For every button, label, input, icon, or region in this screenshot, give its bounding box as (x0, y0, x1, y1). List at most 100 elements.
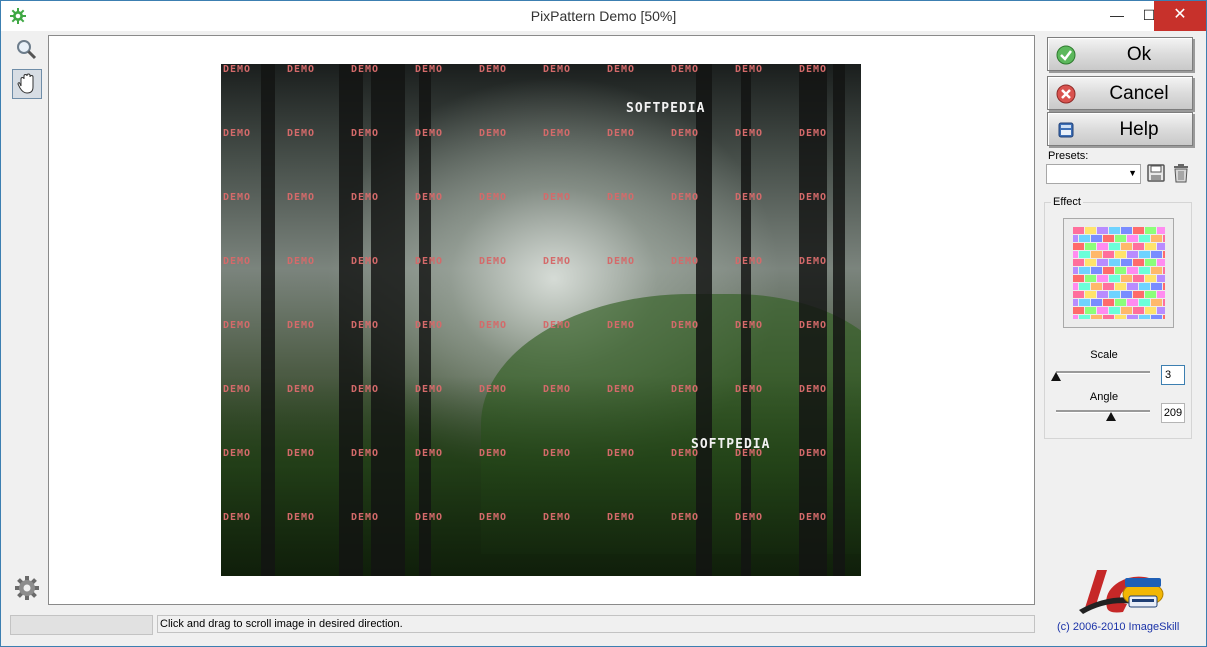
ok-button[interactable]: Ok (1047, 37, 1193, 71)
angle-input[interactable]: 209 (1161, 403, 1185, 423)
image-ground (221, 376, 861, 576)
demo-watermark: DEMO (415, 384, 444, 395)
pattern-cell (1121, 307, 1132, 314)
pattern-cell (1109, 291, 1120, 298)
angle-label: Angle (1089, 391, 1119, 403)
angle-slider[interactable] (1056, 410, 1150, 413)
demo-watermark: DEMO (607, 384, 636, 395)
demo-watermark: DEMO (543, 128, 572, 139)
pattern-cell (1085, 259, 1096, 266)
pattern-cell (1091, 251, 1102, 258)
demo-watermark: DEMO (223, 384, 252, 395)
help-button[interactable]: Help (1047, 112, 1193, 146)
pattern-cell (1103, 235, 1114, 242)
demo-watermark: DEMO (351, 512, 380, 523)
pattern-cell (1079, 251, 1090, 258)
pattern-cell (1091, 267, 1102, 274)
demo-watermark: DEMO (351, 256, 380, 267)
pattern-cell (1151, 251, 1162, 258)
demo-watermark: DEMO (351, 320, 380, 331)
scale-input[interactable]: 3 (1161, 365, 1185, 385)
pattern-cell (1073, 267, 1078, 274)
title-bar: PixPattern Demo [50%] — ☐ ✕ (1, 1, 1206, 31)
pattern-cell (1145, 243, 1156, 250)
cancel-label: Cancel (1109, 83, 1169, 104)
pattern-cell (1079, 315, 1090, 319)
demo-watermark: DEMO (735, 256, 764, 267)
angle-slider-thumb[interactable] (1105, 412, 1116, 421)
demo-watermark: DEMO (799, 448, 828, 459)
progress-bar (10, 615, 153, 635)
demo-watermark: DEMO (479, 256, 508, 267)
pattern-cell (1097, 291, 1108, 298)
demo-watermark: DEMO (415, 512, 444, 523)
demo-watermark: DEMO (735, 512, 764, 523)
demo-watermark: DEMO (479, 384, 508, 395)
pattern-cell (1109, 259, 1120, 266)
pattern-cell (1127, 235, 1138, 242)
pattern-cell (1127, 267, 1138, 274)
demo-watermark: DEMO (735, 384, 764, 395)
demo-watermark: DEMO (671, 384, 700, 395)
gear-icon[interactable] (12, 573, 42, 603)
demo-watermark: DEMO (799, 128, 828, 139)
pattern-cell (1163, 267, 1165, 274)
pattern-cell (1079, 235, 1090, 242)
pattern-cell (1097, 307, 1108, 314)
demo-watermark: DEMO (735, 320, 764, 331)
pattern-cell (1127, 251, 1138, 258)
demo-watermark: DEMO (543, 320, 572, 331)
demo-watermark: DEMO (223, 64, 252, 75)
pattern-cell (1103, 267, 1114, 274)
pattern-cell (1091, 283, 1102, 290)
cancel-button[interactable]: Cancel (1047, 76, 1193, 110)
pattern-cell (1073, 307, 1084, 314)
app-window: PixPattern Demo [50%] — ☐ ✕ SOFTPEDIA SO… (0, 0, 1207, 647)
scale-slider[interactable] (1056, 371, 1150, 374)
pattern-cell (1133, 307, 1144, 314)
demo-watermark: DEMO (735, 448, 764, 459)
copyright-text: (c) 2006-2010 ImageSkill (1057, 621, 1180, 633)
pattern-cell (1091, 299, 1102, 306)
pattern-cell (1091, 315, 1102, 319)
pattern-cell (1085, 243, 1096, 250)
pattern-cell (1073, 251, 1078, 258)
pattern-cell (1163, 251, 1165, 258)
pattern-cell (1073, 259, 1084, 266)
demo-watermark: DEMO (287, 128, 316, 139)
demo-watermark: DEMO (223, 448, 252, 459)
hand-tool-button[interactable] (12, 69, 42, 99)
pattern-cell (1103, 299, 1114, 306)
minimize-button[interactable]: — (1100, 1, 1134, 31)
preview-image[interactable]: SOFTPEDIA SOFTPEDIA DEMO DEMO DEMO DEMO DEMO… (221, 64, 861, 576)
trash-icon[interactable] (1172, 163, 1190, 183)
pattern-cell (1097, 227, 1108, 234)
demo-watermark: DEMO (671, 448, 700, 459)
pattern-cell (1151, 299, 1162, 306)
scale-slider-thumb[interactable] (1051, 372, 1061, 381)
pattern-cell (1157, 307, 1165, 314)
demo-watermark: DEMO (607, 128, 636, 139)
demo-watermark: DEMO (607, 448, 636, 459)
demo-watermark: DEMO (287, 384, 316, 395)
watermark-logo: SOFTPEDIA (626, 101, 706, 116)
zoom-icon[interactable] (12, 35, 42, 65)
pattern-cell (1133, 291, 1144, 298)
pattern-cell (1109, 227, 1120, 234)
demo-watermark: DEMO (479, 128, 508, 139)
cancel-icon (1056, 84, 1076, 104)
effect-preview[interactable] (1063, 218, 1174, 328)
pattern-cell (1121, 275, 1132, 282)
demo-watermark: DEMO (479, 64, 508, 75)
save-icon[interactable] (1146, 163, 1166, 183)
pattern-cell (1115, 251, 1126, 258)
hand-icon (17, 73, 34, 94)
demo-watermark: DEMO (543, 256, 572, 267)
demo-watermark: DEMO (223, 256, 252, 267)
image-canvas[interactable]: SOFTPEDIA SOFTPEDIA DEMO DEMO DEMO DEMO DEMO… (48, 35, 1035, 605)
presets-dropdown[interactable]: ▼ (1046, 164, 1141, 184)
pattern-cell (1127, 283, 1138, 290)
demo-watermark: DEMO (671, 320, 700, 331)
demo-watermark: DEMO (543, 384, 572, 395)
close-button[interactable]: ✕ (1154, 1, 1206, 31)
